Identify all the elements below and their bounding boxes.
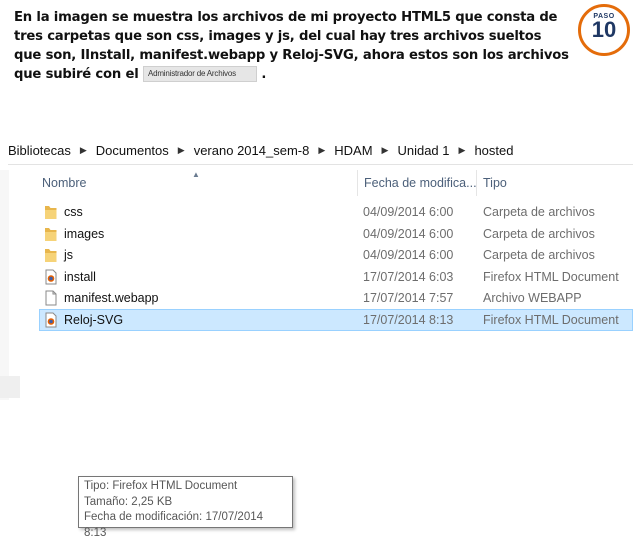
file-date: 17/07/2014 6:03	[363, 269, 454, 284]
file-row-images[interactable]: images 04/09/2014 6:00 Carpeta de archiv…	[40, 224, 632, 244]
column-header-name[interactable]: Nombre	[42, 176, 86, 190]
file-row-reloj-svg[interactable]: Reloj-SVG 17/07/2014 8:13 Firefox HTML D…	[39, 309, 633, 331]
folder-icon	[45, 227, 57, 241]
file-row-css[interactable]: css 04/09/2014 6:00 Carpeta de archivos	[40, 202, 632, 222]
caption-line-4: que subiré con el Administrador de Archi…	[14, 65, 594, 84]
file-row-js[interactable]: js 04/09/2014 6:00 Carpeta de archivos	[40, 245, 632, 265]
breadcrumb-item-verano[interactable]: verano 2014_sem-8	[194, 143, 310, 158]
navigation-pane-fragment	[0, 376, 20, 398]
step-badge-number: 10	[591, 17, 617, 42]
caption-line-4-end: .	[261, 67, 267, 82]
file-date: 04/09/2014 6:00	[363, 226, 454, 241]
breadcrumb[interactable]: Bibliotecas ▶ Documentos ▶ verano 2014_s…	[8, 136, 633, 165]
tooltip-size: Tamaño: 2,25 KB	[84, 495, 173, 508]
file-row-install[interactable]: install 17/07/2014 6:03 Firefox HTML Doc…	[40, 267, 632, 287]
firefox-html-file-icon	[45, 312, 57, 328]
column-header-date[interactable]: Fecha de modifica...	[364, 176, 477, 190]
navigation-pane-edge[interactable]	[0, 170, 9, 400]
caption-line-4-text: que subiré con el	[14, 67, 139, 82]
step-badge: PASO 10	[578, 4, 630, 56]
sort-ascending-icon: ▲	[192, 170, 200, 179]
slide-caption: En la imagen se muestra los archivos de …	[14, 8, 594, 84]
file-type: Carpeta de archivos	[483, 248, 595, 262]
file-name: js	[64, 248, 74, 262]
breadcrumb-item-bibliotecas[interactable]: Bibliotecas	[8, 143, 71, 158]
column-headers: ▲ Nombre Fecha de modifica... Tipo	[0, 170, 638, 196]
caption-line-2: tres carpetas que son css, images y js, …	[14, 29, 542, 44]
file-type: Carpeta de archivos	[483, 205, 595, 219]
file-manager-chip: Administrador de Archivos	[142, 66, 257, 82]
chevron-right-icon[interactable]: ▶	[80, 145, 87, 156]
file-date: 17/07/2014 7:57	[363, 291, 454, 305]
file-name: css	[64, 205, 83, 219]
file-explorer-window: Bibliotecas ▶ Documentos ▶ verano 2014_s…	[0, 136, 638, 539]
file-name: images	[64, 226, 105, 241]
column-header-type[interactable]: Tipo	[483, 176, 507, 190]
file-date: 04/09/2014 6:00	[363, 248, 454, 262]
blank-file-icon	[45, 290, 57, 306]
file-name: Reloj-SVG	[64, 313, 124, 327]
tooltip-type: Tipo: Firefox HTML Document	[84, 480, 238, 492]
chevron-right-icon[interactable]: ▶	[382, 145, 389, 156]
caption-line-1: En la imagen se muestra los archivos de …	[14, 10, 558, 25]
breadcrumb-item-documentos[interactable]: Documentos	[96, 143, 169, 158]
file-date: 04/09/2014 6:00	[363, 205, 454, 219]
file-type: Carpeta de archivos	[483, 226, 595, 241]
file-date: 17/07/2014 8:13	[363, 313, 454, 327]
breadcrumb-item-hdam[interactable]: HDAM	[334, 143, 372, 158]
column-divider[interactable]	[357, 170, 358, 196]
column-divider[interactable]	[476, 170, 477, 196]
folder-icon	[45, 206, 57, 219]
chevron-right-icon[interactable]: ▶	[178, 145, 185, 156]
breadcrumb-item-hosted[interactable]: hosted	[474, 143, 513, 158]
file-info-tooltip: Tipo: Firefox HTML Document Tamaño: 2,25…	[78, 476, 293, 539]
file-type: Firefox HTML Document	[483, 269, 619, 284]
file-row-manifest[interactable]: manifest.webapp 17/07/2014 7:57 Archivo …	[40, 288, 632, 308]
firefox-html-file-icon	[45, 269, 57, 284]
tooltip-modified: Fecha de modificación: 17/07/2014 8:13	[84, 511, 264, 539]
folder-icon	[45, 249, 57, 262]
file-name: install	[64, 269, 96, 284]
breadcrumb-item-unidad-1[interactable]: Unidad 1	[397, 143, 449, 158]
chevron-right-icon[interactable]: ▶	[318, 145, 325, 156]
file-type: Archivo WEBAPP	[483, 291, 582, 305]
file-name: manifest.webapp	[64, 291, 159, 305]
file-type: Firefox HTML Document	[483, 313, 619, 327]
caption-line-3: que son, IInstall, manifest.webapp y Rel…	[14, 48, 569, 63]
chevron-right-icon[interactable]: ▶	[459, 145, 466, 156]
